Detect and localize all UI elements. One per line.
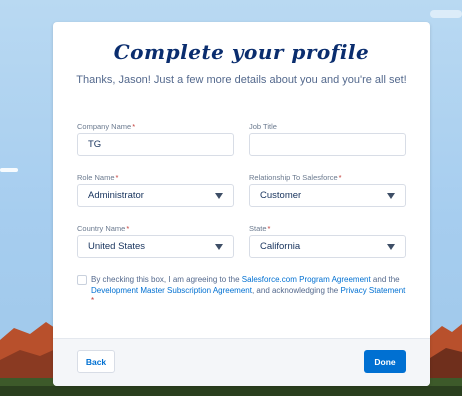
required-marker: * (132, 122, 136, 131)
page-subtitle: Thanks, Jason! Just a few more details a… (76, 74, 407, 86)
role-name-label-text: Role Name (77, 173, 115, 182)
agreement-text: By checking this box, I am agreeing to t… (91, 275, 411, 307)
chevron-down-icon (387, 192, 395, 199)
role-name-value: Administrator (88, 190, 144, 201)
back-button[interactable]: Back (77, 350, 115, 373)
chevron-down-icon (215, 192, 223, 199)
privacy-statement-link[interactable]: Privacy Statement (340, 286, 405, 295)
agreement-text-part: , and acknowledging the (251, 285, 341, 295)
background-cloud (430, 10, 462, 18)
role-name-select[interactable]: Administrator (77, 184, 234, 207)
background-cloud (0, 168, 18, 172)
relationship-value: Customer (260, 190, 302, 201)
relationship-label: Relationship To Salesforce* (249, 173, 342, 182)
required-marker: * (267, 224, 271, 233)
agreement-text-part: and the (370, 275, 400, 284)
company-name-label: Company Name* (77, 122, 135, 131)
modal-footer: Back Done (53, 338, 430, 386)
required-marker: * (126, 224, 130, 233)
role-name-label: Role Name* (77, 173, 118, 182)
profile-modal: Complete your profile Thanks, Jason! Jus… (53, 22, 430, 386)
page-title: Complete your profile (113, 40, 370, 64)
done-button[interactable]: Done (364, 350, 406, 373)
company-name-value: TG (88, 139, 102, 150)
program-agreement-link[interactable]: Salesforce.com Program Agreement (242, 275, 371, 284)
agreement-text-part: By checking this box, I am agreeing to t… (91, 275, 242, 284)
state-select[interactable]: California (249, 235, 406, 258)
state-value: California (260, 241, 301, 252)
country-name-label: Country Name* (77, 224, 129, 233)
country-name-select[interactable]: United States (77, 235, 234, 258)
chevron-down-icon (387, 243, 395, 250)
company-name-label-text: Company Name (77, 122, 132, 131)
required-marker: * (338, 173, 342, 182)
state-label: State* (249, 224, 270, 233)
chevron-down-icon (215, 243, 223, 250)
relationship-select[interactable]: Customer (249, 184, 406, 207)
subscription-agreement-link[interactable]: Development Master Subscription Agreemen… (91, 286, 252, 295)
agreement-checkbox[interactable] (77, 275, 87, 285)
job-title-input[interactable] (249, 133, 406, 156)
country-name-label-text: Country Name (77, 224, 126, 233)
relationship-label-text: Relationship To Salesforce (249, 173, 338, 182)
country-name-value: United States (88, 241, 146, 252)
required-marker: * (115, 173, 119, 182)
job-title-label: Job Title (249, 122, 277, 131)
job-title-label-text: Job Title (249, 122, 277, 131)
company-name-input[interactable]: TG (77, 133, 234, 156)
state-label-text: State (249, 224, 267, 233)
required-marker: * (91, 296, 95, 305)
